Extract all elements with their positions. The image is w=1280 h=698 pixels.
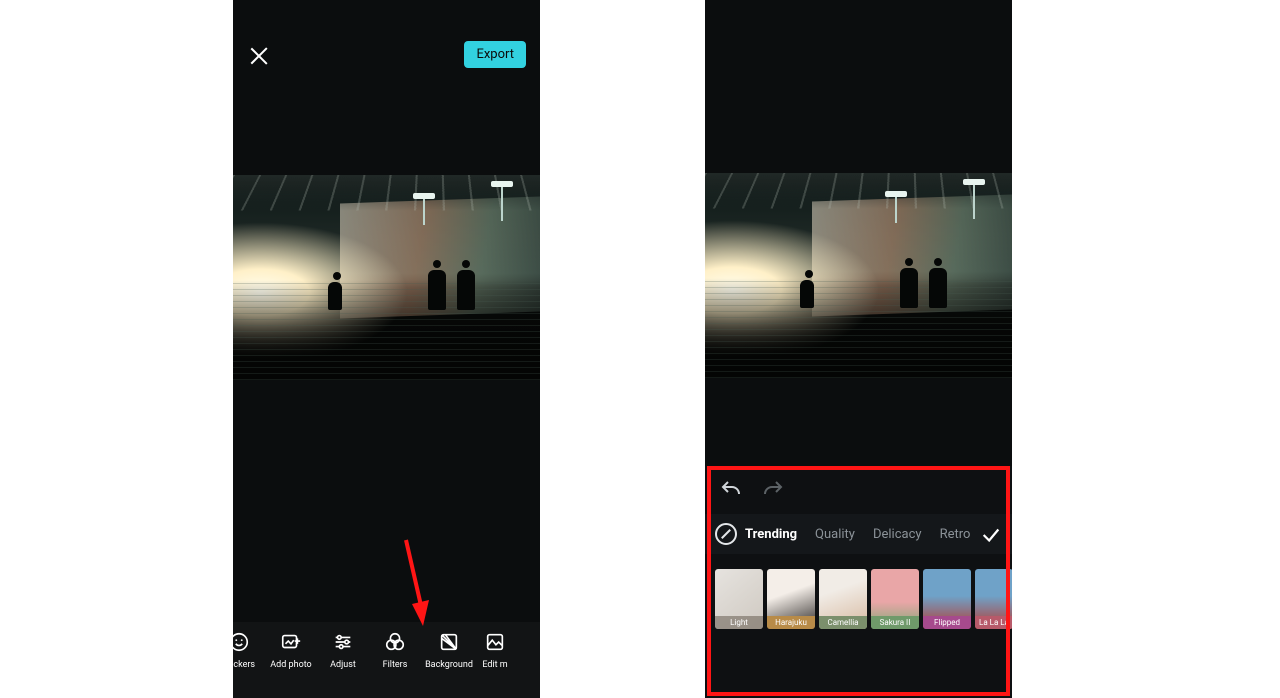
filter-thumb-sakura-ii[interactable]: Sakura II [871, 569, 919, 629]
tab-retro[interactable]: Retro [940, 527, 971, 542]
thumb-label: Light [715, 616, 763, 629]
filter-thumb-flipped[interactable]: Flipped [923, 569, 971, 629]
thumb-label: Camellia [819, 616, 867, 629]
annotation-arrow [400, 538, 430, 632]
tool-label: Add photo [265, 660, 317, 670]
filter-thumb-camellia[interactable]: Camellia [819, 569, 867, 629]
tool-label: Background [421, 660, 477, 670]
filter-tabs: Trending Quality Delicacy Retro [745, 527, 970, 542]
edit-more-icon [483, 630, 507, 654]
photo-preview[interactable] [233, 175, 540, 380]
tab-trending[interactable]: Trending [745, 527, 797, 542]
tool-filters[interactable]: Filters [369, 630, 421, 670]
export-button[interactable]: Export [464, 41, 526, 68]
filters-icon [383, 630, 407, 654]
undo-button[interactable] [719, 478, 743, 502]
tool-label: Edit m [477, 660, 513, 670]
tool-adjust[interactable]: Adjust [317, 630, 369, 670]
tool-label: Filters [369, 660, 421, 670]
tab-delicacy[interactable]: Delicacy [873, 527, 922, 542]
tool-stickers[interactable]: Stickers [233, 630, 265, 670]
photo-preview[interactable] [705, 173, 1012, 378]
phone-editor: Export Stickers [233, 0, 540, 698]
bottom-toolbar: Stickers Add photo Adjust [233, 622, 540, 698]
thumb-label: Flipped [923, 616, 971, 629]
history-row [705, 466, 1012, 514]
no-filter-button[interactable] [715, 523, 737, 545]
editor-header: Export [233, 0, 540, 90]
redo-button[interactable] [761, 478, 785, 502]
adjust-icon [331, 630, 355, 654]
tool-label: Stickers [233, 660, 265, 670]
confirm-button[interactable] [980, 524, 1002, 546]
phone-filters: Trending Quality Delicacy Retro Light Ha… [705, 0, 1012, 698]
tool-add-photo[interactable]: Add photo [265, 630, 317, 670]
filter-thumb-la-la-la[interactable]: La La La [975, 569, 1012, 629]
thumb-label: Sakura II [871, 616, 919, 629]
tool-edit-more[interactable]: Edit m [477, 630, 513, 670]
tab-quality[interactable]: Quality [815, 527, 855, 542]
tool-label: Adjust [317, 660, 369, 670]
filter-tabs-row: Trending Quality Delicacy Retro [705, 514, 1012, 554]
stickers-icon [233, 630, 251, 654]
filters-panel: Trending Quality Delicacy Retro Light Ha… [705, 466, 1012, 698]
filter-thumb-light[interactable]: Light [715, 569, 763, 629]
thumb-label: La La La [975, 616, 1012, 629]
add-photo-icon [279, 630, 303, 654]
background-icon [437, 630, 461, 654]
tool-background[interactable]: Background [421, 630, 477, 670]
filter-thumb-harajuku[interactable]: Harajuku [767, 569, 815, 629]
thumb-label: Harajuku [767, 616, 815, 629]
close-button[interactable] [247, 44, 271, 68]
filter-thumbnails: Light Harajuku Camellia Sakura II Flippe… [705, 554, 1012, 629]
